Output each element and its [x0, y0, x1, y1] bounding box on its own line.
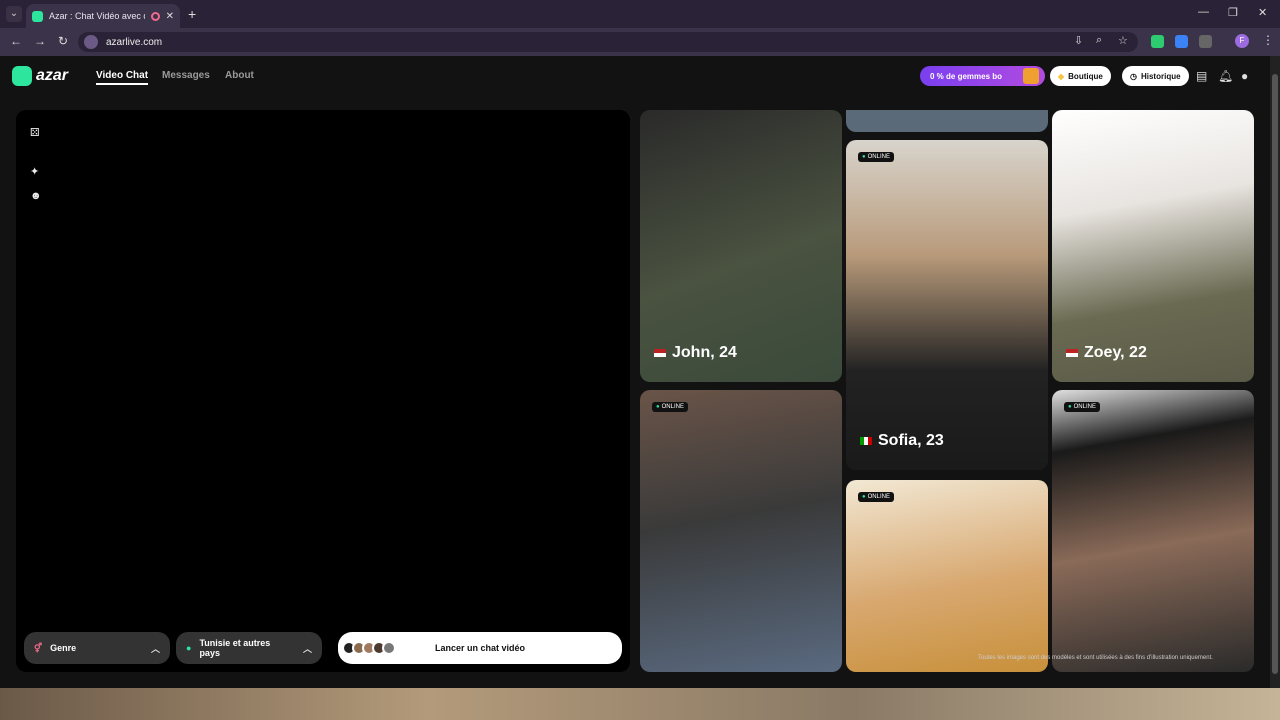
profile-card[interactable]: ONLINE [1052, 390, 1254, 672]
italy-flag-icon [860, 437, 872, 445]
address-bar[interactable]: azarlive.com ⇩ ⌕ ☆ [78, 32, 1138, 52]
azar-favicon-icon [32, 10, 43, 22]
gender-icon: ⚥ [34, 642, 43, 653]
gift-icon [1023, 68, 1039, 84]
profile-card-john[interactable]: John, 24 [640, 110, 842, 382]
online-badge: ONLINE [1064, 402, 1100, 412]
history-button[interactable]: ◷ Historique [1122, 66, 1189, 86]
launch-label: Lancer un chat vidéo [434, 643, 526, 653]
bookmark-star-icon[interactable]: ☆ [1118, 34, 1128, 47]
profile-card-zoey[interactable]: Zoey, 22 [1052, 110, 1254, 382]
profile-card[interactable]: ONLINE [846, 480, 1048, 672]
nav-video-chat[interactable]: Video Chat [96, 70, 149, 85]
restore-icon[interactable]: ❐ [1228, 6, 1238, 19]
azar-app: azar Video Chat Messages About 0 % de ge… [0, 56, 1270, 688]
webcam-preview-strip [0, 688, 1280, 720]
face-filter-icon[interactable]: ☻ [30, 190, 42, 202]
online-badge: ONLINE [652, 402, 688, 412]
profile-card[interactable]: ONLINE [640, 390, 842, 672]
store-icon[interactable]: ▤ [1196, 69, 1207, 83]
gender-label: Genre [50, 643, 77, 653]
browser-tab[interactable]: Azar : Chat Vidéo avec de n ✕ [26, 4, 180, 28]
magic-wand-icon[interactable]: ✦ [30, 165, 39, 178]
close-window-icon[interactable]: ✕ [1258, 6, 1267, 19]
dice-icon[interactable]: ⚄ [30, 126, 40, 139]
logo-wordmark: azar [36, 67, 69, 84]
nav-about[interactable]: About [225, 70, 254, 81]
card-name: John, 24 [654, 344, 737, 362]
browser-toolbar: ← → ↻ azarlive.com ⇩ ⌕ ☆ [0, 28, 1280, 56]
profile-avatar[interactable]: F [1235, 34, 1249, 48]
reload-icon[interactable]: ↻ [58, 34, 68, 48]
tab-title: Azar : Chat Vidéo avec de n [48, 11, 145, 21]
us-flag-icon [654, 349, 666, 357]
shop-label: Boutique [1068, 71, 1103, 81]
video-panel: ⚄ ✦ ☻ ⚥ Genre ︿ ● Tunisie et autres pays… [16, 110, 630, 672]
page-scrollbar[interactable] [1270, 56, 1280, 688]
us-flag-icon [1066, 349, 1078, 357]
bell-icon[interactable]: 🔔︎ [1218, 69, 1233, 83]
scroll-thumb[interactable] [1272, 74, 1278, 674]
country-filter[interactable]: ● Tunisie et autres pays ︿ [176, 632, 322, 664]
chevron-up-icon: ︿ [302, 643, 312, 654]
gem-icon: ◆ [1058, 71, 1065, 81]
extensions-puzzle-icon[interactable] [1199, 35, 1212, 48]
extension-icon[interactable] [1175, 35, 1188, 48]
close-tab-icon[interactable]: ✕ [166, 11, 174, 22]
back-icon[interactable]: ← [10, 34, 22, 48]
history-label: Historique [1140, 71, 1181, 81]
profile-card-sofia[interactable]: ONLINE Sofia, 23 [846, 140, 1048, 470]
card-name: Zoey, 22 [1066, 344, 1147, 362]
new-tab-button[interactable]: + [188, 6, 196, 22]
nav-messages[interactable]: Messages [162, 70, 210, 81]
gems-promo-banner[interactable]: 0 % de gemmes bo [920, 66, 1045, 86]
online-badge: ONLINE [858, 492, 894, 502]
browser-tab-bar: ⌄ Azar : Chat Vidéo avec de n ✕ + — ❐ ✕ [0, 0, 1280, 28]
gender-filter[interactable]: ⚥ Genre ︿ [24, 632, 170, 664]
forward-icon[interactable]: → [34, 34, 46, 48]
extension-icon[interactable] [1151, 35, 1164, 48]
tab-search-button[interactable]: ⌄ [6, 6, 22, 22]
recording-icon [150, 11, 160, 21]
logo-badge-icon [12, 66, 32, 86]
install-app-icon[interactable]: ⇩ [1074, 34, 1083, 47]
user-icon[interactable]: ● [1241, 69, 1248, 83]
globe-icon: ● [186, 643, 192, 653]
azar-logo[interactable]: azar [12, 66, 68, 86]
online-badge: ONLINE [858, 152, 894, 162]
profile-card[interactable] [846, 110, 1048, 132]
minimize-icon[interactable]: — [1198, 6, 1209, 18]
launch-video-chat-button[interactable]: Lancer un chat vidéo [338, 632, 622, 664]
url-text: azarlive.com [106, 36, 163, 48]
country-label: Tunisie et autres pays [199, 638, 271, 658]
promo-text: 0 % de gemmes bo [930, 71, 1003, 81]
chevron-up-icon: ︿ [150, 643, 160, 654]
clock-icon: ◷ [1130, 71, 1137, 81]
image-disclaimer: Toutes les images sont des modèles et so… [978, 655, 1213, 661]
browser-menu-icon[interactable]: ⋮ [1262, 33, 1274, 47]
zoom-icon[interactable]: ⌕ [1096, 34, 1102, 47]
shop-button[interactable]: ◆ Boutique [1050, 66, 1111, 86]
card-name: Sofia, 23 [860, 432, 944, 450]
site-info-icon[interactable] [84, 35, 98, 49]
